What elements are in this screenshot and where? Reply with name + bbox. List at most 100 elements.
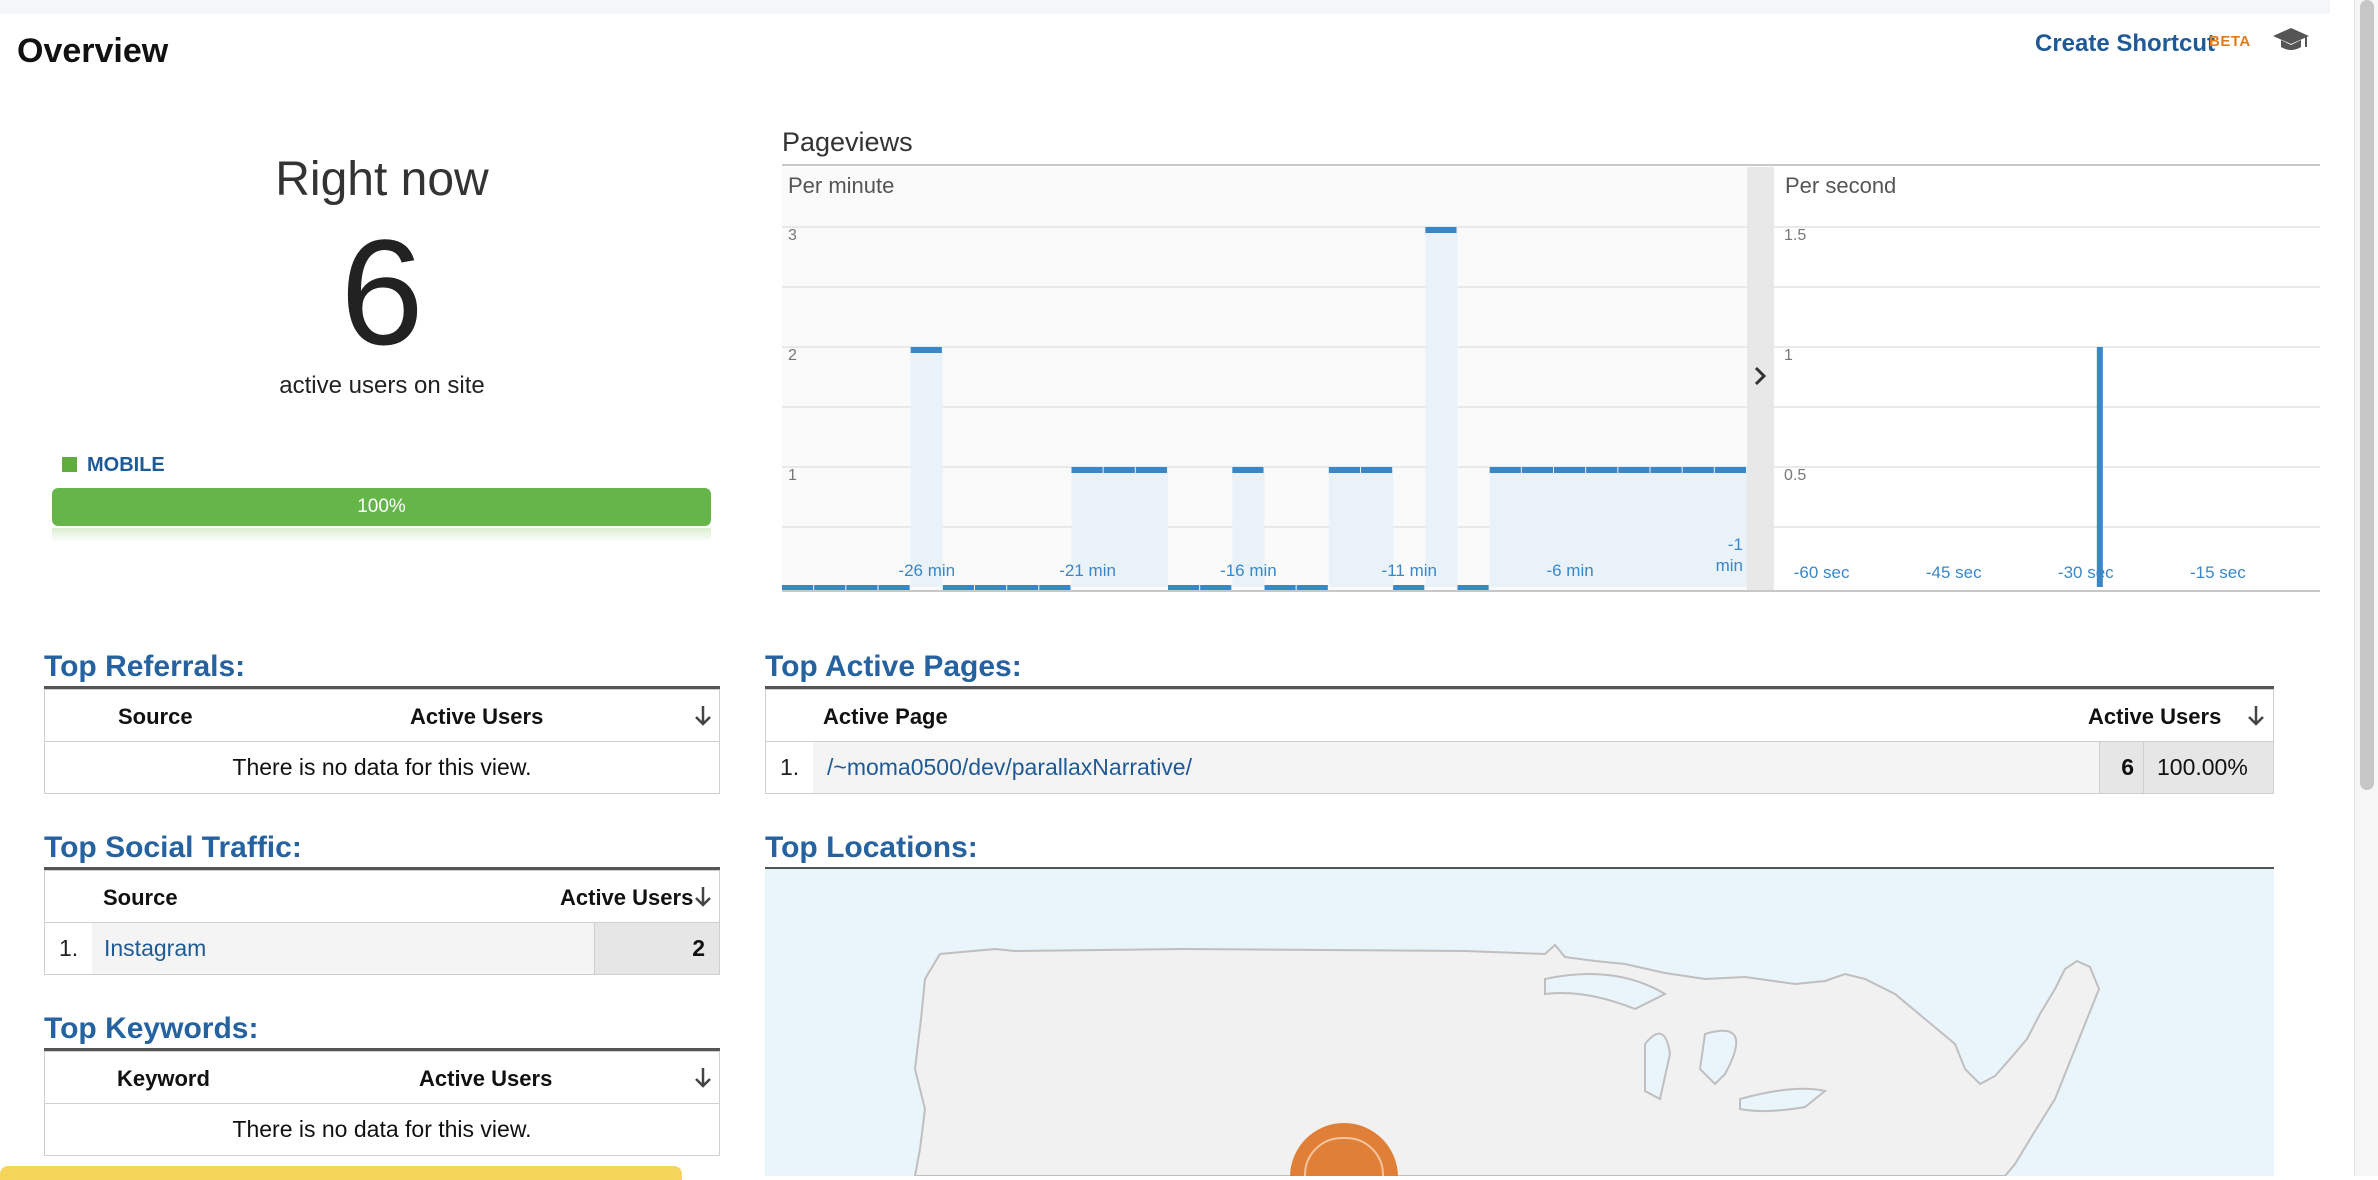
page-active-users: 6 — [2121, 754, 2134, 780]
mobile-legend-swatch — [62, 457, 77, 472]
column-header-active-users[interactable]: Active Users — [410, 704, 543, 730]
column-header-active-page[interactable]: Active Page — [823, 704, 948, 730]
pageviews-chart: Per minute Per second 1 2 3 -26 min -21 min -… — [782, 164, 2320, 592]
column-header-active-users[interactable]: Active Users — [560, 885, 693, 911]
column-header-active-users[interactable]: Active Users — [2088, 704, 2221, 730]
us-map-shape — [913, 943, 2101, 1176]
per-minute-label: Per minute — [788, 173, 894, 198]
location-marker-ring — [1304, 1137, 1384, 1176]
mobile-legend-label: MOBILE — [87, 454, 165, 476]
bar — [1135, 467, 1168, 587]
bar-top — [1135, 467, 1167, 473]
bar-zero — [1457, 585, 1489, 590]
bar-top — [1489, 467, 1521, 473]
us-mainland — [913, 943, 2101, 1176]
beta-badge: BETA — [2209, 33, 2251, 50]
page-title: Overview — [17, 32, 169, 70]
bar-zero — [1296, 585, 1328, 590]
top-pages-table: Active Page Active Users 1. /~moma0500/d… — [765, 689, 2274, 794]
bar — [1682, 467, 1715, 587]
y-tick-label: 1 — [1784, 347, 1793, 364]
social-source-link[interactable]: Instagram — [104, 923, 206, 973]
bar-zero — [878, 585, 910, 590]
column-header-source[interactable]: Source — [103, 885, 178, 911]
top-referrals-title: Top Referrals: — [44, 650, 246, 683]
x-tick-label: -1 — [1728, 535, 1743, 554]
bar — [910, 347, 943, 587]
y-tick-label: 0.5 — [1784, 467, 1806, 484]
table-header: Source Active Users — [45, 690, 719, 742]
table-header: Active Page Active Users — [766, 690, 2273, 742]
column-header-active-users[interactable]: Active Users — [419, 1066, 552, 1092]
bar-zero — [1393, 585, 1425, 590]
sort-arrow-down-icon[interactable] — [693, 1066, 713, 1090]
bar-top — [1650, 467, 1682, 473]
row-page-cell: /~moma0500/dev/parallaxNarrative/ — [813, 742, 2100, 793]
active-page-link[interactable]: /~moma0500/dev/parallaxNarrative/ — [827, 742, 1192, 792]
bar-top — [1232, 467, 1264, 473]
row-index: 1. — [780, 754, 800, 780]
bar-top — [1618, 467, 1650, 473]
bar-zero — [1007, 585, 1039, 590]
column-header-source[interactable]: Source — [118, 704, 193, 730]
x-tick-label: -6 min — [1546, 561, 1593, 580]
top-locations-title: Top Locations: — [765, 831, 978, 864]
bar — [1489, 467, 1522, 587]
sort-arrow-down-icon[interactable] — [2246, 704, 2266, 728]
page-scrollbar[interactable] — [2354, 0, 2378, 1176]
active-users-count: 6 — [340, 208, 424, 376]
right-now-label: Right now — [275, 153, 489, 206]
notification-bar[interactable] — [0, 1166, 682, 1180]
top-keywords-table: Keyword Active Users There is no data fo… — [44, 1051, 720, 1156]
bar-zero — [975, 585, 1007, 590]
locations-map[interactable] — [765, 869, 2274, 1176]
y-tick-label: 2 — [788, 347, 797, 364]
x-tick-label: -15 sec — [2190, 563, 2246, 582]
x-tick-label: -30 sec — [2058, 563, 2114, 582]
y-tick-label: 3 — [788, 227, 797, 244]
x-tick-label: min — [1716, 556, 1743, 575]
bar-zero — [942, 585, 974, 590]
x-tick-label: -26 min — [898, 561, 955, 580]
active-users-subtitle: active users on site — [279, 372, 485, 399]
bar-top — [1328, 467, 1360, 473]
bar — [1618, 467, 1651, 587]
sort-arrow-down-icon[interactable] — [693, 885, 713, 909]
scrollbar-thumb[interactable] — [2360, 0, 2374, 790]
bar-top — [1682, 467, 1714, 473]
x-tick-label: -60 sec — [1794, 563, 1850, 582]
create-shortcut-link[interactable]: Create Shortcut — [2035, 30, 2215, 58]
bar-zero — [1168, 585, 1200, 590]
bar-top — [1554, 467, 1586, 473]
bar-zero — [1039, 585, 1071, 590]
pageviews-title: Pageviews — [782, 127, 913, 157]
graduation-cap-icon[interactable] — [2272, 26, 2310, 54]
x-tick-label: -16 min — [1220, 561, 1277, 580]
x-tick-label: -11 min — [1382, 561, 1437, 580]
bar-top — [1425, 227, 1457, 233]
row-index-cell: 1. — [766, 742, 814, 793]
bar — [1328, 467, 1361, 587]
x-tick-label: -45 sec — [1926, 563, 1982, 582]
table-row: 1. Instagram 2 — [45, 923, 719, 974]
table-header: Keyword Active Users — [45, 1052, 719, 1104]
bar-top — [910, 347, 942, 353]
table-row: 1. /~moma0500/dev/parallaxNarrative/ 6 1… — [766, 742, 2273, 793]
sort-arrow-down-icon[interactable] — [693, 704, 713, 728]
per-second-area — [1774, 167, 2320, 592]
page-active-percent: 100.00% — [2157, 754, 2248, 780]
bar — [2096, 347, 2103, 587]
row-percent-cell: 100.00% — [2144, 742, 2273, 793]
bar — [1650, 467, 1683, 587]
no-data-message: There is no data for this view. — [232, 1116, 532, 1142]
row-source-cell: Instagram — [92, 923, 595, 974]
device-share-percent: 100% — [357, 496, 406, 517]
row-users-cell: 6 — [2100, 742, 2144, 793]
bar-top — [1361, 467, 1393, 473]
top-referrals-table: Source Active Users There is no data for… — [44, 689, 720, 794]
column-header-keyword[interactable]: Keyword — [117, 1066, 210, 1092]
y-tick-label: 1 — [788, 467, 797, 484]
row-index: 1. — [59, 935, 79, 961]
bar-top — [1521, 467, 1553, 473]
bar-zero — [1200, 585, 1232, 590]
